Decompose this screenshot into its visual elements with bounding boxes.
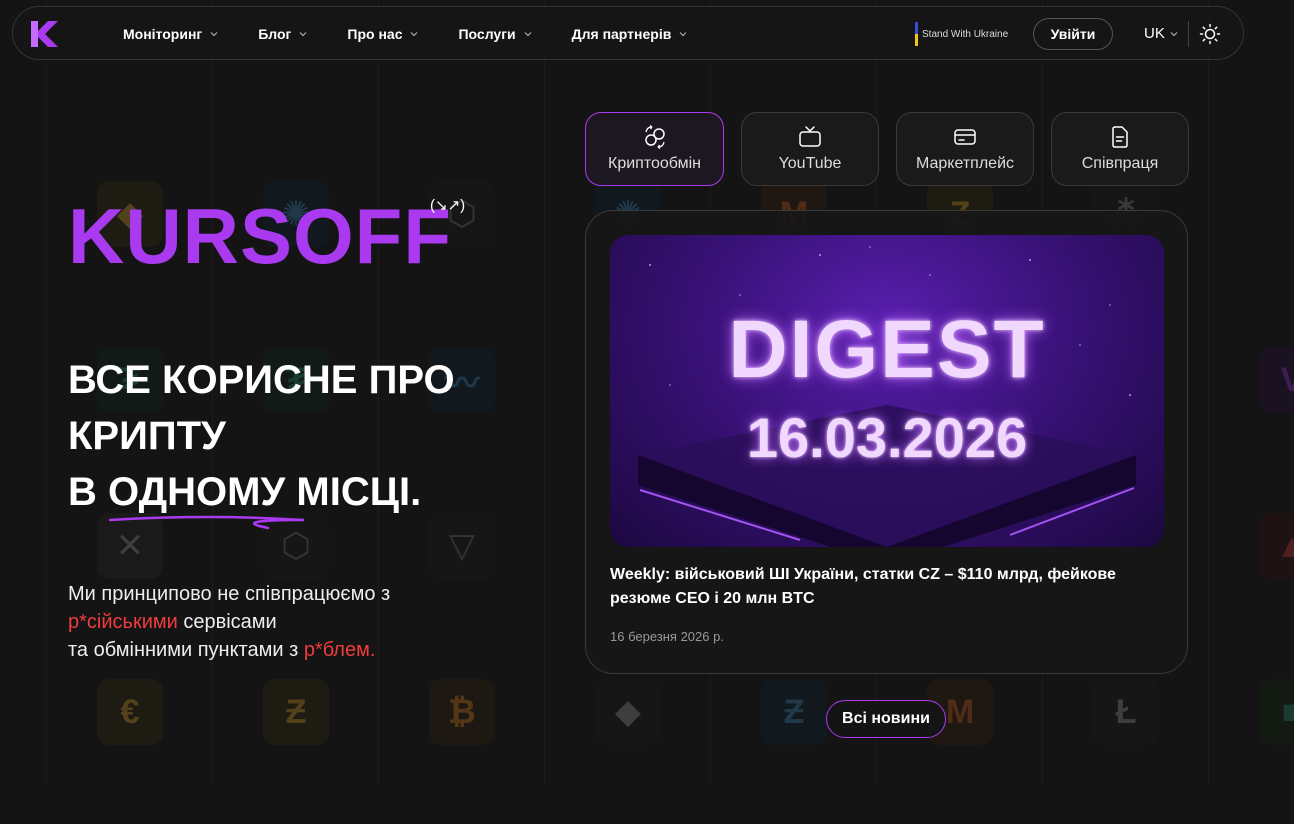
headline-line-2: крипту — [68, 414, 226, 458]
hero-headline: Все корисне про крипту в одному місці. — [68, 352, 455, 530]
kursoff-logo-icon[interactable] — [29, 18, 61, 50]
language-selector[interactable]: UK — [1144, 25, 1178, 42]
subtitle-highlight-1: р*сійськими — [68, 611, 178, 633]
subtitle-line-2: р*сійськими сервісами — [68, 608, 390, 636]
bitcoin-icon: ₿ — [429, 679, 495, 745]
nav-item-label: Моніторинг — [123, 26, 203, 42]
subtitle-line-1: Ми принципово не співпрацюємо з — [68, 583, 391, 605]
subtitle-line-3: та обмінними пунктами з р*блем. — [68, 636, 390, 664]
nav-item-label: Послуги — [458, 26, 516, 42]
card-icon — [954, 129, 976, 145]
tab-label: YouTube — [778, 155, 842, 172]
headline-line-3: в одному місці. — [68, 464, 455, 530]
tab-crypto-exchange[interactable]: Криптообмін — [585, 112, 724, 186]
ukraine-flag-icon — [915, 22, 918, 46]
chevron-down-icon — [210, 32, 218, 37]
news-card: DIGEST 16.03.2026 Weekly: військовий ШІ … — [585, 210, 1188, 674]
tv-icon — [799, 126, 821, 147]
tab-label: Криптообмін — [608, 155, 701, 172]
stand-with-ukraine-label: Stand With Ukraine — [922, 28, 1009, 40]
language-label: UK — [1144, 25, 1165, 42]
top-navbar: Моніторинг Блог Про нас Послуги Для парт… — [12, 6, 1244, 60]
headline-underlined-word: одному — [108, 464, 305, 530]
login-button[interactable]: Увійти — [1033, 18, 1113, 50]
nav-divider — [1188, 21, 1189, 47]
tab-marketplace[interactable]: Маркетплейс — [896, 112, 1034, 186]
headline-line-3-post: місці. — [285, 470, 422, 514]
headline-line-3-pre: в — [68, 470, 108, 514]
avalanche-icon: ▲ — [1259, 513, 1294, 579]
main-menu: Моніторинг Блог Про нас Послуги Для парт… — [123, 7, 727, 61]
subtitle-highlight-2: р*блем. — [303, 639, 376, 661]
tab-label: Співпраця — [1081, 155, 1159, 172]
stand-with-ukraine-badge[interactable]: Stand With Ukraine — [915, 21, 1008, 47]
nav-item-label: Для партнерів — [571, 26, 672, 42]
nav-item-label: Блог — [258, 26, 292, 42]
vertcoin-icon: V — [1259, 347, 1294, 413]
service-tabs: Криптообмін YouTube Маркетплейс Співпрац… — [585, 112, 1189, 186]
nav-item-monitoring[interactable]: Моніторинг — [123, 26, 218, 42]
underline-swoosh-icon — [108, 515, 305, 530]
document-icon — [1112, 126, 1128, 148]
nav-item-blog[interactable]: Блог — [258, 26, 307, 42]
chevron-down-icon — [524, 32, 532, 37]
zcash-icon-3: Ƶ — [761, 679, 827, 745]
news-title[interactable]: Weekly: військовий ШІ України, статки CZ… — [610, 563, 1150, 611]
tab-youtube[interactable]: YouTube — [741, 112, 879, 186]
chevron-down-icon — [1170, 31, 1178, 36]
brand-arrows: (↘↗) — [430, 197, 466, 214]
ethereum-icon: ◆ — [595, 679, 661, 745]
brand-title: KURSOFF — [68, 192, 452, 280]
headline-line-1: Все корисне про — [68, 358, 455, 402]
hero-subtitle: Ми принципово не співпрацюємо з р*сійськ… — [68, 580, 390, 664]
exchange-icon — [644, 125, 665, 149]
subtitle-line-3-text: та обмінними пунктами з — [68, 639, 304, 661]
nav-item-about[interactable]: Про нас — [347, 26, 418, 42]
nav-item-partners[interactable]: Для партнерів — [572, 26, 688, 42]
all-news-button[interactable]: Всі новини — [826, 700, 946, 738]
euro-icon: € — [97, 679, 163, 745]
zcash-icon-2: Ƶ — [263, 679, 329, 745]
sun-icon[interactable] — [1199, 23, 1221, 45]
news-image-date: 16.03.2026 — [746, 406, 1028, 469]
headline-underlined-word-text: одному — [108, 470, 286, 514]
news-image-title: DIGEST — [728, 304, 1046, 395]
nav-item-label: Про нас — [347, 26, 403, 42]
litecoin-icon: Ł — [1093, 679, 1159, 745]
chevron-down-icon — [299, 32, 307, 37]
tron-icon: ▽ — [429, 513, 495, 579]
tab-label: Маркетплейс — [915, 155, 1014, 172]
news-image[interactable]: DIGEST 16.03.2026 — [610, 235, 1164, 547]
nav-item-services[interactable]: Послуги — [458, 26, 532, 42]
chevron-down-icon — [411, 32, 418, 37]
subtitle-line-2-text: сервісами — [177, 611, 277, 633]
chevron-down-icon — [679, 32, 687, 37]
news-date: 16 березня 2026 р. — [610, 629, 724, 644]
cube-icon: ■ — [1259, 679, 1294, 745]
tab-cooperation[interactable]: Співпраця — [1051, 112, 1189, 186]
